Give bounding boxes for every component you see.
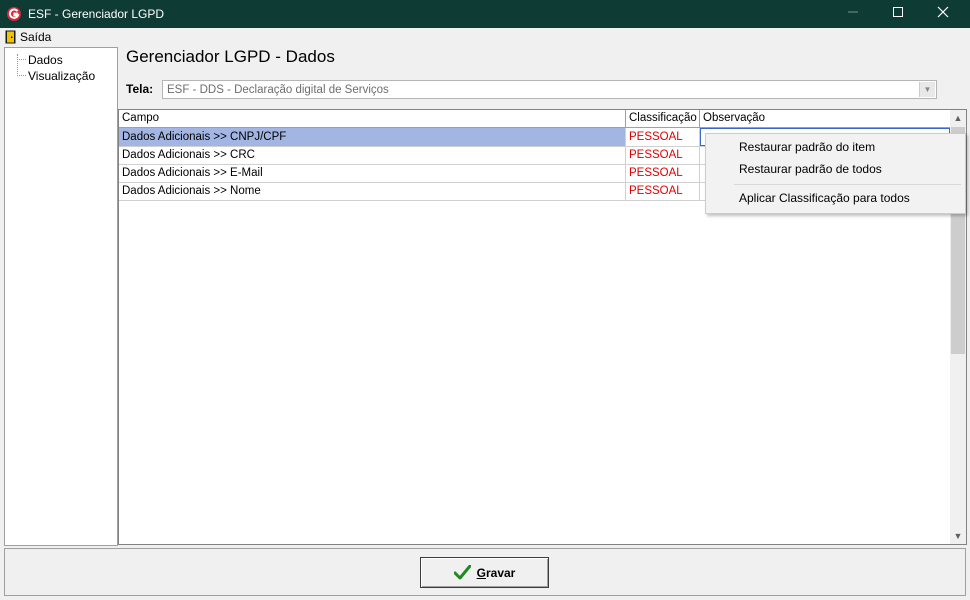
cell-classificacao[interactable]: PESSOAL [626,128,700,146]
chevron-down-icon[interactable]: ▼ [919,82,935,97]
tree-connector [17,59,26,60]
gravar-mnemonic: G [476,565,486,580]
tree-item-dados[interactable]: Dados [28,53,63,67]
gravar-label-rest: ravar [485,565,516,580]
context-menu: Restaurar padrão do item Restaurar padrã… [705,133,966,214]
minimize-button[interactable] [830,0,876,28]
cell-campo: Dados Adicionais >> CRC [119,146,626,164]
tela-select-value: ESF - DDS - Declaração digital de Serviç… [167,84,389,96]
window-title: ESF - Gerenciador LGPD [28,7,165,21]
tree-connector [17,54,18,76]
menu-item-restaurar-todos[interactable]: Restaurar padrão de todos [739,162,882,176]
gravar-button[interactable]: Gravar [420,557,549,588]
gravar-label: Gravar [477,566,516,580]
menu-separator [734,184,961,185]
menu-saida-label: Saída [20,30,52,44]
cell-classificacao[interactable]: PESSOAL [626,164,700,182]
cell-campo: Dados Adicionais >> CNPJ/CPF [119,128,626,146]
tree-item-visualizacao[interactable]: Visualização [28,69,95,83]
page-title: Gerenciador LGPD - Dados [126,47,335,66]
checkmark-icon [453,565,471,580]
menu-item-restaurar-item[interactable]: Restaurar padrão do item [739,140,875,154]
cell-campo: Dados Adicionais >> E-Mail [119,164,626,182]
cell-classificacao[interactable]: PESSOAL [626,182,700,200]
close-icon [937,6,949,18]
scroll-up-icon[interactable]: ▲ [950,110,966,126]
minimize-icon [848,11,858,13]
exit-door-icon [5,30,16,44]
tela-select[interactable]: ESF - DDS - Declaração digital de Serviç… [162,80,937,99]
column-header-classificacao[interactable]: Classificação [626,110,700,127]
menu-item-aplicar-classificacao[interactable]: Aplicar Classificação para todos [739,191,910,205]
tela-label: Tela: [126,82,154,96]
navigation-tree: Dados Visualização [4,47,118,546]
maximize-button[interactable] [875,0,921,28]
tree-connector [17,75,26,76]
grid-header: Campo Classificação Observação [119,110,950,128]
menu-bar: Saída [1,28,969,46]
esf-logo-icon [7,7,21,21]
close-button[interactable] [920,0,966,28]
menu-saida[interactable]: Saída [5,29,51,45]
column-header-observacao[interactable]: Observação [700,110,950,127]
column-header-campo[interactable]: Campo [119,110,626,127]
maximize-icon [893,7,903,17]
cell-classificacao[interactable]: PESSOAL [626,146,700,164]
scroll-down-icon[interactable]: ▼ [950,528,966,544]
title-bar: ESF - Gerenciador LGPD [0,0,970,28]
cell-campo: Dados Adicionais >> Nome [119,182,626,200]
